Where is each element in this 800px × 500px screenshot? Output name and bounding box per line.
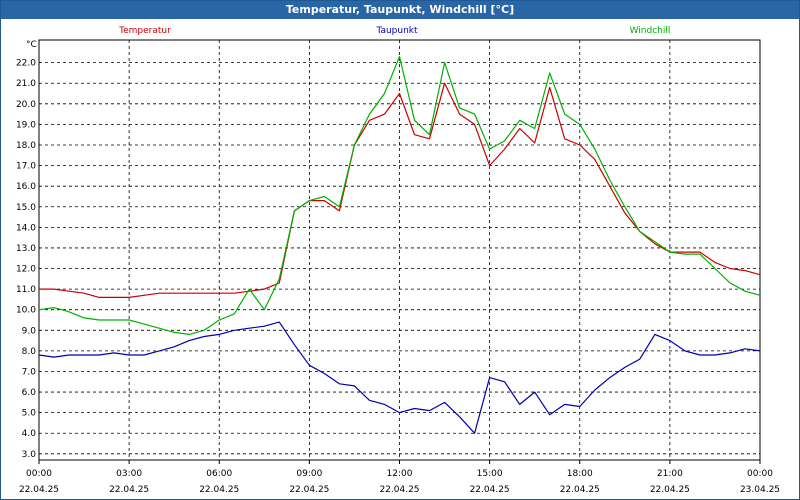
y-tick-label: 9.0: [22, 326, 37, 336]
y-tick-label: 18.0: [16, 141, 36, 151]
chart-canvas: 3.0 4.0 5.0 6.0 7.0 8.0 9.0 10.0 11.0 12.0 13.0 14.…: [16, 26, 780, 495]
x-tick-time: 06:00: [206, 469, 232, 479]
x-tick-date: 23.04.25: [740, 485, 780, 495]
grid-lines: [39, 40, 760, 460]
legend-label-taupunkt: Taupunkt: [375, 26, 418, 36]
y-tick-label: 7.0: [22, 367, 37, 377]
x-tick-time: 18:00: [567, 469, 593, 479]
x-tick-date: 22.04.25: [379, 485, 419, 495]
y-axis-ticks: 3.0 4.0 5.0 6.0 7.0 8.0 9.0 10.0 11.0 12.0 13.0 14.…: [16, 59, 36, 460]
y-tick-label: 20.0: [16, 100, 36, 110]
y-tick-label: 15.0: [16, 203, 36, 213]
y-tick-label: 17.0: [16, 162, 36, 172]
y-tick-label: 21.0: [16, 79, 36, 89]
x-tick-time: 21:00: [657, 469, 683, 479]
legend: Temperatur Taupunkt Windchill: [118, 26, 670, 36]
y-tick-label: 22.0: [16, 59, 36, 69]
legend-label-windchill: Windchill: [630, 26, 671, 36]
x-tick-time: 00:00: [747, 469, 773, 479]
legend-label-temperatur: Temperatur: [118, 26, 171, 36]
y-tick-label: 6.0: [22, 388, 37, 398]
x-tick-date: 22.04.25: [470, 485, 510, 495]
x-tick-time: 15:00: [477, 469, 503, 479]
x-tick-time: 00:00: [26, 469, 52, 479]
x-tick-date: 22.04.25: [19, 485, 59, 495]
y-tick-label: 13.0: [16, 244, 36, 254]
y-tick-label: 8.0: [22, 347, 37, 357]
x-tick-time: 09:00: [296, 469, 322, 479]
y-tick-label: 14.0: [16, 223, 36, 233]
x-tick-date: 22.04.25: [199, 485, 239, 495]
x-tick-date: 22.04.25: [109, 485, 149, 495]
y-tick-label: 11.0: [16, 285, 36, 295]
y-axis-unit-label: °C: [26, 40, 37, 50]
y-tick-label: 3.0: [22, 450, 37, 460]
x-tick-date: 22.04.25: [560, 485, 600, 495]
x-tick-time: 12:00: [387, 469, 413, 479]
x-tick-date: 22.04.25: [289, 485, 329, 495]
y-tick-label: 16.0: [16, 182, 36, 192]
x-tick-time: 03:00: [116, 469, 142, 479]
x-tick-date: 22.04.25: [650, 485, 690, 495]
y-tick-label: 4.0: [22, 429, 37, 439]
y-tick-label: 5.0: [22, 409, 37, 419]
y-tick-label: 10.0: [16, 306, 36, 316]
y-tick-label: 12.0: [16, 265, 36, 275]
x-axis-ticks: 00:00 22.04.25 03:00 22.04.25 06:00 22.04.25 0…: [19, 460, 780, 495]
y-tick-label: 19.0: [16, 120, 36, 130]
